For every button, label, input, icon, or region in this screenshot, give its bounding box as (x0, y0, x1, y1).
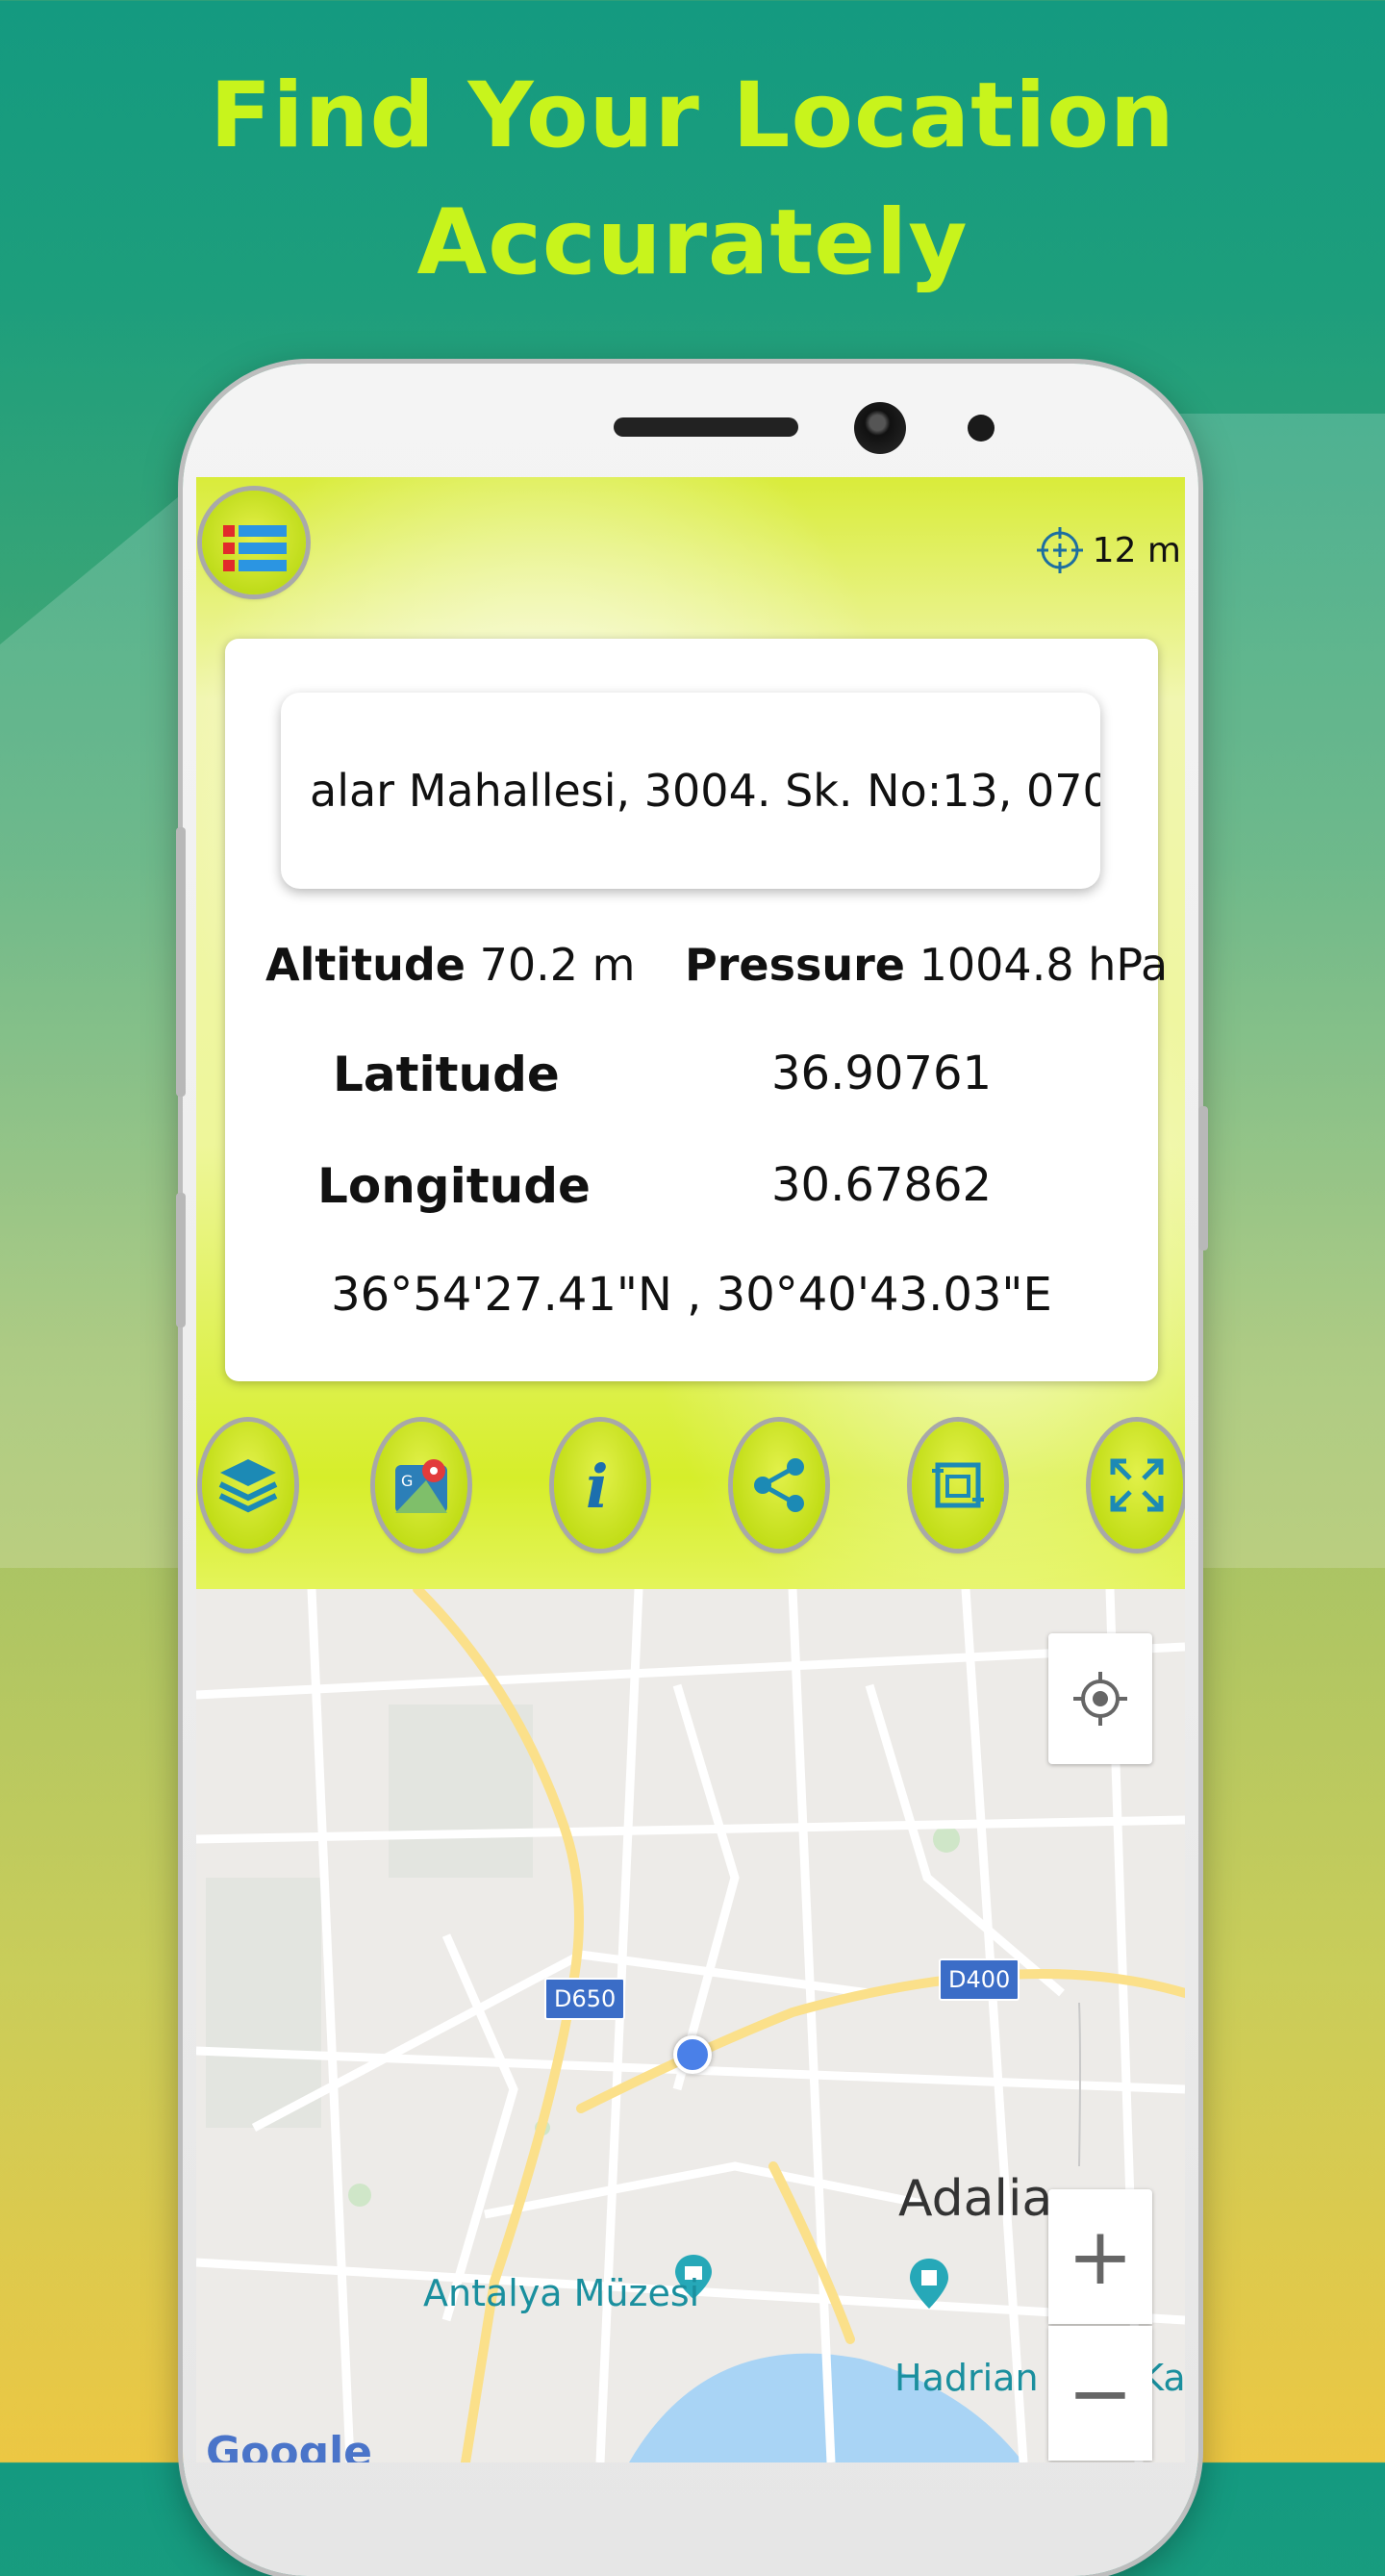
crosshair-icon (1036, 527, 1083, 573)
zoom-in-button[interactable]: + (1048, 2189, 1152, 2324)
side-button (176, 1193, 186, 1327)
action-toolbar: G i (196, 1422, 1185, 1556)
place-label-adalia: Adalia (898, 2170, 1053, 2228)
zoom-out-button[interactable]: − (1048, 2326, 1152, 2461)
menu-button[interactable] (202, 491, 306, 594)
phone-speaker (614, 417, 798, 437)
accuracy-indicator: 12 m (1035, 523, 1181, 577)
pressure-value: 1004.8 hPa (919, 939, 1169, 991)
longitude-value: 30.67862 (771, 1158, 993, 1212)
front-camera (854, 402, 906, 454)
my-location-icon (1073, 1672, 1127, 1726)
volume-button (176, 827, 186, 1097)
location-info-card: alar Mahallesi, 3004. Sk. No:13, 0709 Al… (225, 639, 1168, 1381)
info-icon: i (586, 1452, 609, 1519)
info-button[interactable]: i (554, 1422, 646, 1549)
map-streets (196, 1589, 1185, 2462)
svg-text:i: i (586, 1452, 609, 1519)
address-text: alar Mahallesi, 3004. Sk. No:13, 0709 (310, 765, 1100, 817)
app-screen: 12 m alar Mahallesi, 3004. Sk. No:13, 07… (196, 477, 1185, 2462)
open-maps-button[interactable]: G (375, 1422, 467, 1549)
layers-icon (218, 1459, 278, 1513)
dms-coordinates: 36°54'27.41"N , 30°40'43.03"E (331, 1268, 1052, 1322)
pressure-reading: Pressure 1004.8 hPa (685, 939, 1168, 991)
layers-button[interactable] (202, 1422, 294, 1549)
maps-icon: G (395, 1459, 447, 1513)
app-header-panel: 12 m alar Mahallesi, 3004. Sk. No:13, 07… (196, 477, 1185, 1589)
latitude-value: 36.90761 (771, 1047, 993, 1100)
headline-line-2: Accurately (416, 190, 969, 295)
pressure-label: Pressure (685, 939, 905, 991)
address-field[interactable]: alar Mahallesi, 3004. Sk. No:13, 0709 (281, 693, 1100, 889)
my-location-button[interactable] (1048, 1633, 1152, 1764)
current-location-dot (673, 2035, 712, 2074)
fullscreen-button[interactable] (1091, 1422, 1183, 1549)
screenshot-icon (932, 1462, 984, 1508)
share-icon (754, 1458, 804, 1512)
power-button (1198, 1106, 1208, 1250)
promo-headline: Find Your Location Accurately (0, 53, 1385, 307)
menu-list-icon (223, 525, 287, 571)
share-button[interactable] (733, 1422, 825, 1549)
place-label-antalya-muzesi: Antalya Müzesi (423, 2272, 700, 2314)
proximity-sensor (968, 415, 995, 442)
map-view[interactable]: D650 D400 Adalia Antalya Müzesi Hadrian … (196, 1589, 1185, 2462)
latitude-label: Latitude (333, 1047, 560, 1102)
headline-line-1: Find Your Location (210, 63, 1175, 168)
fullscreen-icon (1110, 1458, 1164, 1512)
google-logo: Google (206, 2428, 372, 2462)
altitude-value: 70.2 m (479, 939, 636, 991)
screenshot-button[interactable] (912, 1422, 1004, 1549)
road-shield-d400: D400 (939, 1958, 1020, 2001)
altitude-label: Altitude (265, 939, 466, 991)
road-shield-d650: D650 (544, 1978, 626, 2020)
longitude-label: Longitude (317, 1158, 591, 1214)
accuracy-value: 12 m (1092, 530, 1181, 570)
altitude-reading: Altitude 70.2 m (265, 939, 635, 991)
svg-text:G: G (401, 1472, 413, 1490)
landmark-pin-icon (910, 2259, 948, 2309)
